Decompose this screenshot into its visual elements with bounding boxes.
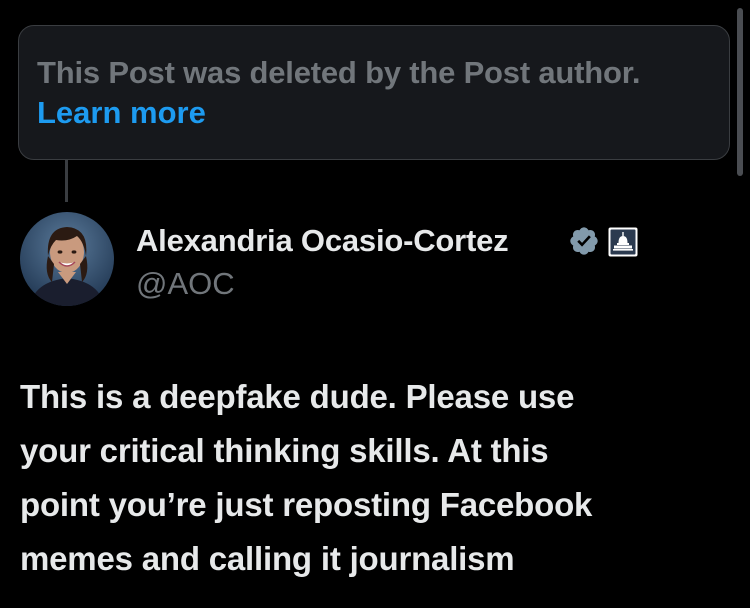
learn-more-link[interactable]: Learn more	[37, 93, 206, 133]
deleted-post-message: This Post was deleted by the Post author…	[37, 55, 641, 90]
scrollbar[interactable]	[737, 8, 743, 176]
thread-connector-line	[65, 160, 68, 202]
capitol-building-icon[interactable]	[608, 227, 638, 257]
deleted-post-notice: This Post was deleted by the Post author…	[18, 25, 730, 160]
author-name[interactable]: Alexandria Ocasio-Cortez	[136, 222, 509, 260]
verified-badge-icon[interactable]	[568, 225, 600, 257]
author-handle[interactable]: @AOC	[136, 265, 235, 303]
post-text: This is a deepfake dude. Please use your…	[20, 378, 593, 577]
avatar[interactable]	[20, 212, 114, 306]
avatar-image	[20, 212, 114, 306]
